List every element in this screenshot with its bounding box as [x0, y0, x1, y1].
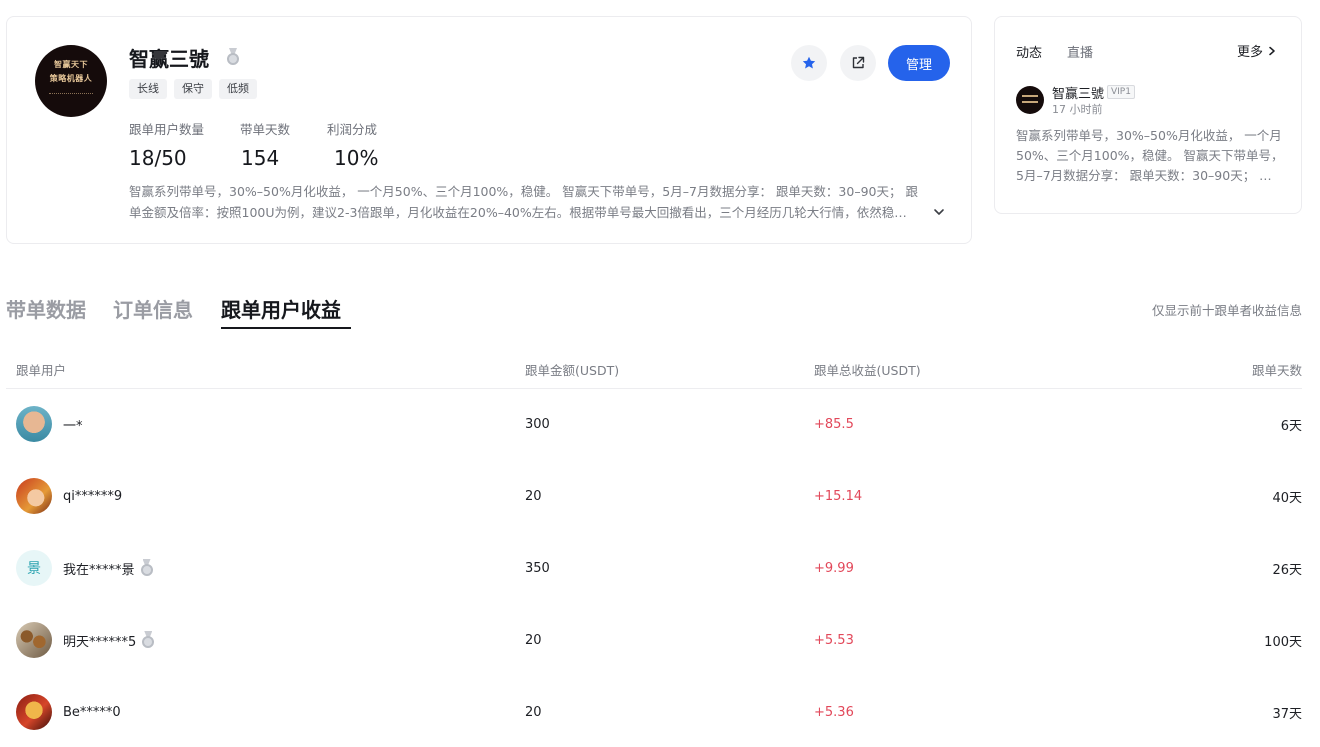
- amount-cell: 20: [525, 488, 542, 504]
- user-avatar: 景: [16, 550, 52, 586]
- user-name: qi******9: [63, 488, 123, 504]
- col-header-user: 跟单用户: [16, 363, 67, 378]
- share-icon: [852, 56, 865, 69]
- tab-live[interactable]: 直播: [1067, 42, 1093, 61]
- top-ten-note: 仅显示前十跟单者收益信息: [1151, 303, 1302, 318]
- amount-cell: 20: [525, 704, 542, 720]
- active-tab-indicator: [221, 327, 351, 329]
- days-cell: 37天: [1272, 706, 1302, 722]
- silver-medal-icon: [139, 559, 155, 577]
- user-avatar: [16, 694, 52, 730]
- profile-card: 智赢天下 策略机器人 智赢三號 长线 保守 低频 跟单用户数量 18/50 带单…: [6, 16, 972, 244]
- trader-name-text: 智赢三號: [129, 47, 209, 71]
- trader-description: 智赢系列带单号，30%–50%月化收益， 一个月50%、三个月100%，稳健。 …: [129, 181, 939, 223]
- user-name: 我在*****景: [63, 562, 135, 578]
- tab-order-info[interactable]: 订单信息: [113, 294, 193, 323]
- tab-trading-data[interactable]: 带单数据: [6, 294, 86, 323]
- table-row: 明天******5 20 +5.53 100天: [6, 604, 1302, 676]
- vip-badge: VIP1: [1107, 85, 1135, 99]
- stat-days: 带单天数 154: [240, 119, 290, 170]
- more-link[interactable]: 更多: [1237, 41, 1277, 60]
- col-header-profit: 跟单总收益(USDT): [814, 363, 921, 378]
- days-cell: 100天: [1264, 634, 1302, 650]
- profit-cell: +9.99: [814, 560, 854, 576]
- tab-feed[interactable]: 动态: [1016, 42, 1042, 61]
- user-cell: 一*: [16, 388, 83, 460]
- tag-conservative: 保守: [174, 79, 212, 99]
- user-cell: 景 我在*****景: [16, 532, 155, 604]
- silver-medal-icon: [225, 48, 241, 66]
- user-cell: Be*****0: [16, 676, 121, 747]
- days-cell: 40天: [1272, 490, 1302, 506]
- user-name: 一*: [63, 418, 83, 434]
- stat-followers: 跟单用户数量 18/50: [129, 119, 204, 170]
- profit-cell: +15.14: [814, 488, 863, 504]
- description-line: 单金额及倍率：按照100U为例，建议2-3倍跟单，月化收益在20%–40%左右。…: [129, 205, 919, 220]
- strategy-tags: 长线 保守 低频: [129, 79, 257, 99]
- avatar-decoration: [49, 93, 93, 97]
- days-cell: 6天: [1280, 418, 1302, 434]
- days-cell: 26天: [1272, 562, 1302, 578]
- stat-value: 18/50: [129, 146, 187, 170]
- table-row: 一* 300 +85.5 6天: [6, 388, 1302, 460]
- trader-name: 智赢三號: [129, 43, 239, 72]
- profit-cell: +5.36: [814, 704, 854, 720]
- silver-medal-icon: [140, 631, 156, 649]
- avatar-text-line1: 智赢天下: [54, 60, 88, 69]
- col-header-amount: 跟单金额(USDT): [525, 363, 620, 378]
- profit-cell: +5.53: [814, 632, 854, 648]
- description-line: 智赢系列带单号，30%–50%月化收益， 一个月50%、三个月100%，稳健。 …: [129, 184, 918, 199]
- stat-profit-share: 利润分成 10%: [327, 119, 378, 170]
- table-row: qi******9 20 +15.14 40天: [6, 460, 1302, 532]
- post-text[interactable]: 智赢系列带单号，30%–50%月化收益， 一个月50%、三个月100%，稳健。 …: [1016, 126, 1284, 186]
- user-cell: qi******9: [16, 460, 122, 532]
- user-avatar: [16, 478, 52, 514]
- user-name-wrap: 明天******5: [63, 631, 156, 650]
- more-label: 更多: [1236, 45, 1263, 60]
- post-author-avatar[interactable]: [1016, 86, 1044, 114]
- stat-label: 带单天数: [240, 122, 291, 137]
- chevron-right-icon: [1269, 46, 1275, 55]
- user-name-wrap: 我在*****景: [63, 559, 155, 578]
- amount-cell: 300: [525, 416, 550, 432]
- favorite-button[interactable]: [791, 45, 827, 81]
- profit-cell: +85.5: [814, 416, 854, 432]
- star-icon: [802, 56, 816, 69]
- stat-label: 利润分成: [327, 122, 378, 137]
- chevron-down-icon[interactable]: [933, 206, 945, 218]
- tab-follower-earnings[interactable]: 跟单用户收益: [221, 294, 341, 323]
- post-time: 17 小时前: [1052, 103, 1103, 116]
- tag-long-term: 长线: [129, 79, 167, 99]
- user-name: Be*****0: [63, 704, 121, 720]
- table-row: 景 我在*****景 350 +9.99 26天: [6, 532, 1302, 604]
- manage-button[interactable]: 管理: [888, 45, 950, 81]
- user-avatar: [16, 622, 52, 658]
- avatar-text-line2: 策略机器人: [49, 74, 93, 83]
- user-cell: 明天******5: [16, 604, 156, 676]
- table-row: Be*****0 20 +5.36 37天: [6, 676, 1302, 747]
- amount-cell: 350: [525, 560, 550, 576]
- user-name: 明天******5: [63, 634, 137, 650]
- amount-cell: 20: [525, 632, 542, 648]
- user-avatar: [16, 406, 52, 442]
- trader-avatar[interactable]: 智赢天下 策略机器人: [35, 45, 107, 117]
- stat-label: 跟单用户数量: [129, 122, 205, 137]
- stat-value: 10%: [334, 146, 379, 170]
- stat-value: 154: [241, 146, 280, 170]
- tag-low-frequency: 低频: [219, 79, 257, 99]
- share-button[interactable]: [840, 45, 876, 81]
- col-header-days: 跟单天数: [1251, 363, 1302, 378]
- post-author-name[interactable]: 智赢三號: [1052, 83, 1104, 102]
- feed-card: 动态 直播 更多 智赢三號 VIP1 17 小时前 智赢系列带单号，30%–50…: [994, 16, 1302, 214]
